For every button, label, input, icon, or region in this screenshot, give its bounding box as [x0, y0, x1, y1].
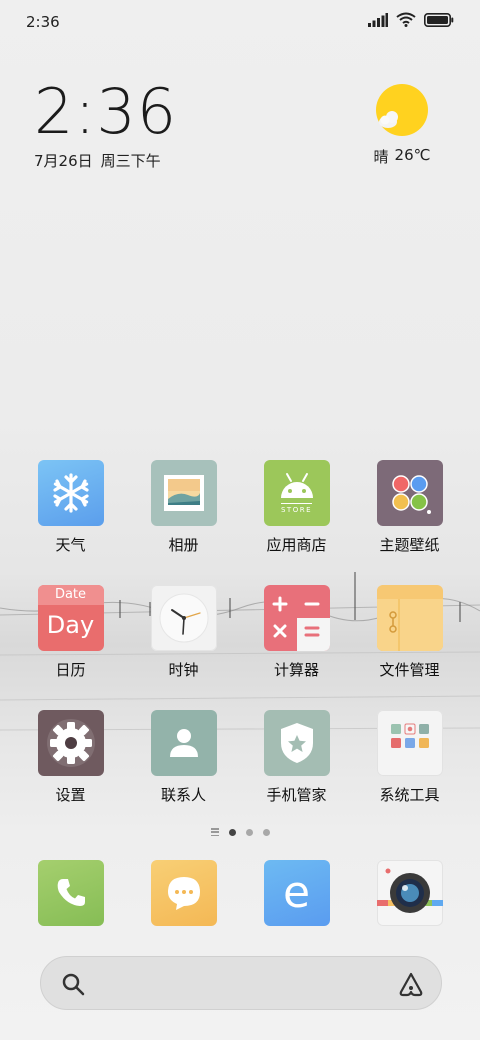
calendar-day-text: Day [46, 611, 95, 639]
themes-icon [376, 460, 443, 526]
clock-icon [150, 585, 217, 651]
date-text: 7月26日 [34, 152, 93, 170]
page-menu-icon[interactable] [210, 828, 219, 836]
app-security[interactable]: 手机管家 [240, 710, 353, 813]
app-label: 主题壁纸 [379, 536, 440, 554]
weather-temperature: 26℃ [394, 146, 431, 164]
clock-widget[interactable]: 2:36 7月26日 周三下午 [34, 80, 177, 171]
camera-icon [376, 860, 443, 926]
page-indicator[interactable] [0, 828, 480, 836]
app-calendar[interactable]: Date Day 日历 [14, 585, 127, 688]
app-label: 时钟 [168, 661, 199, 679]
assistant-icon[interactable] [397, 971, 425, 997]
app-label: 手机管家 [266, 786, 327, 804]
phone-icon [37, 860, 104, 926]
weather-widget[interactable]: 晴 26℃ [362, 84, 442, 167]
dock: e [14, 860, 466, 930]
battery-icon [424, 12, 454, 27]
weekday-text: 周三下午 [100, 152, 161, 170]
app-grid: 天气 相册 STORE 应用商店 主题壁纸 Date Day 日历 时钟 计算器… [14, 460, 466, 813]
weather-snowflake-icon [37, 460, 104, 526]
app-gallery[interactable]: 相册 [127, 460, 240, 563]
clock-date: 7月26日 周三下午 [34, 150, 177, 171]
app-label: 计算器 [273, 661, 319, 679]
security-shield-icon [263, 710, 330, 776]
dock-phone[interactable] [14, 860, 127, 930]
messages-icon [150, 860, 217, 926]
app-label: 设置 [55, 786, 86, 804]
store-icon: STORE [263, 460, 330, 526]
app-label: 系统工具 [379, 786, 440, 804]
sun-cloud-icon [376, 84, 428, 136]
calculator-icon [263, 585, 330, 651]
wifi-icon [396, 12, 416, 27]
status-bar: 2:36 [0, 0, 480, 42]
dock-browser[interactable]: e [240, 860, 353, 930]
signal-icon [368, 12, 388, 27]
status-time: 2:36 [26, 13, 60, 31]
app-weather[interactable]: 天气 [14, 460, 127, 563]
app-label: 相册 [168, 536, 199, 554]
app-label: 应用商店 [266, 536, 327, 554]
app-system-tools[interactable]: 系统工具 [353, 710, 466, 813]
dock-messages[interactable] [127, 860, 240, 930]
page-dot[interactable] [262, 828, 270, 836]
app-settings[interactable]: 设置 [14, 710, 127, 813]
calendar-icon: Date Day [37, 585, 104, 651]
dock-camera[interactable] [353, 860, 466, 930]
status-icons [368, 12, 454, 27]
store-text: STORE [280, 503, 312, 514]
settings-gear-icon [37, 710, 104, 776]
page-dot[interactable] [245, 828, 253, 836]
app-label: 文件管理 [379, 661, 440, 679]
tools-folder-icon [376, 710, 443, 776]
clock-time: 2:36 [34, 75, 178, 148]
search-bar[interactable] [40, 956, 442, 1010]
folder-icon [376, 585, 443, 651]
app-themes[interactable]: 主题壁纸 [353, 460, 466, 563]
browser-icon: e [263, 860, 330, 926]
weather-condition: 晴 [373, 148, 389, 166]
page-dot-active[interactable] [228, 828, 236, 836]
search-icon[interactable] [61, 972, 85, 996]
app-label: 联系人 [160, 786, 206, 804]
browser-letter: e [282, 867, 311, 918]
app-label: 日历 [55, 661, 86, 679]
gallery-icon [150, 460, 217, 526]
app-label: 天气 [55, 536, 86, 554]
app-contacts[interactable]: 联系人 [127, 710, 240, 813]
contacts-icon [150, 710, 217, 776]
app-store[interactable]: STORE 应用商店 [240, 460, 353, 563]
app-clock[interactable]: 时钟 [127, 585, 240, 688]
calendar-date-text: Date [37, 585, 104, 605]
app-calculator[interactable]: 计算器 [240, 585, 353, 688]
app-files[interactable]: 文件管理 [353, 585, 466, 688]
